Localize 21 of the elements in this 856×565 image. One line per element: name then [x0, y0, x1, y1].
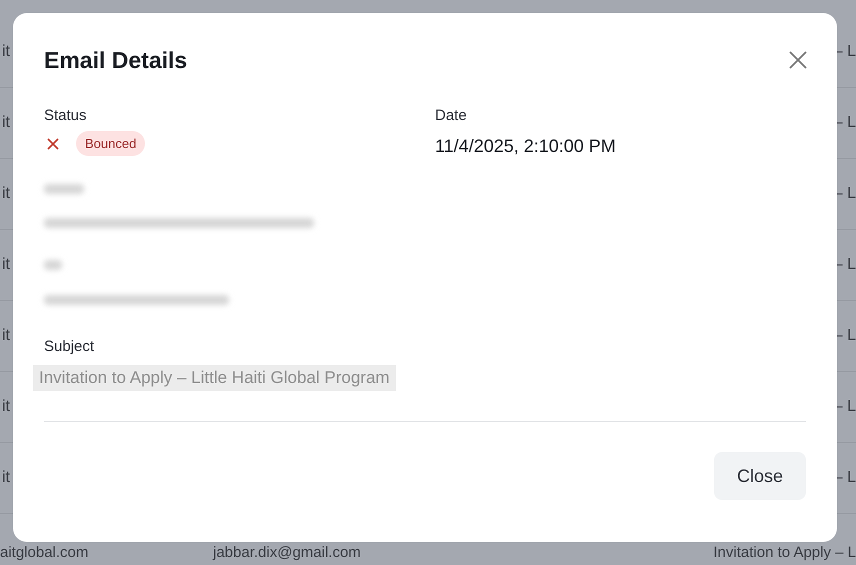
field-label: Date [435, 107, 468, 124]
field-label: Subject [44, 338, 96, 355]
table-cell: it [2, 114, 10, 131]
close-icon[interactable] [788, 50, 808, 70]
table-cell: it [2, 185, 10, 202]
table-cell: it [2, 43, 10, 60]
blurred-text [44, 184, 84, 194]
table-cell: it [2, 327, 10, 344]
field-label: Status [44, 107, 88, 124]
table-cell: Invitation to Apply – L [713, 544, 856, 561]
subject-value: Invitation to Apply – Little Haiti Global Program [33, 365, 396, 391]
close-button[interactable]: Close [714, 452, 806, 500]
blurred-text [44, 260, 62, 270]
status-badge: Bounced [76, 131, 146, 156]
date-value: 11/4/2025, 2:10:00 PM [435, 136, 617, 157]
table-cell: aitglobal.com [0, 544, 88, 561]
table-cell: it [2, 469, 10, 486]
table-cell: jabbar.dix@gmail.com [213, 544, 361, 561]
table-cell: it [2, 398, 10, 415]
dialog-title: Email Details [44, 46, 188, 74]
table-cell: it [2, 256, 10, 273]
